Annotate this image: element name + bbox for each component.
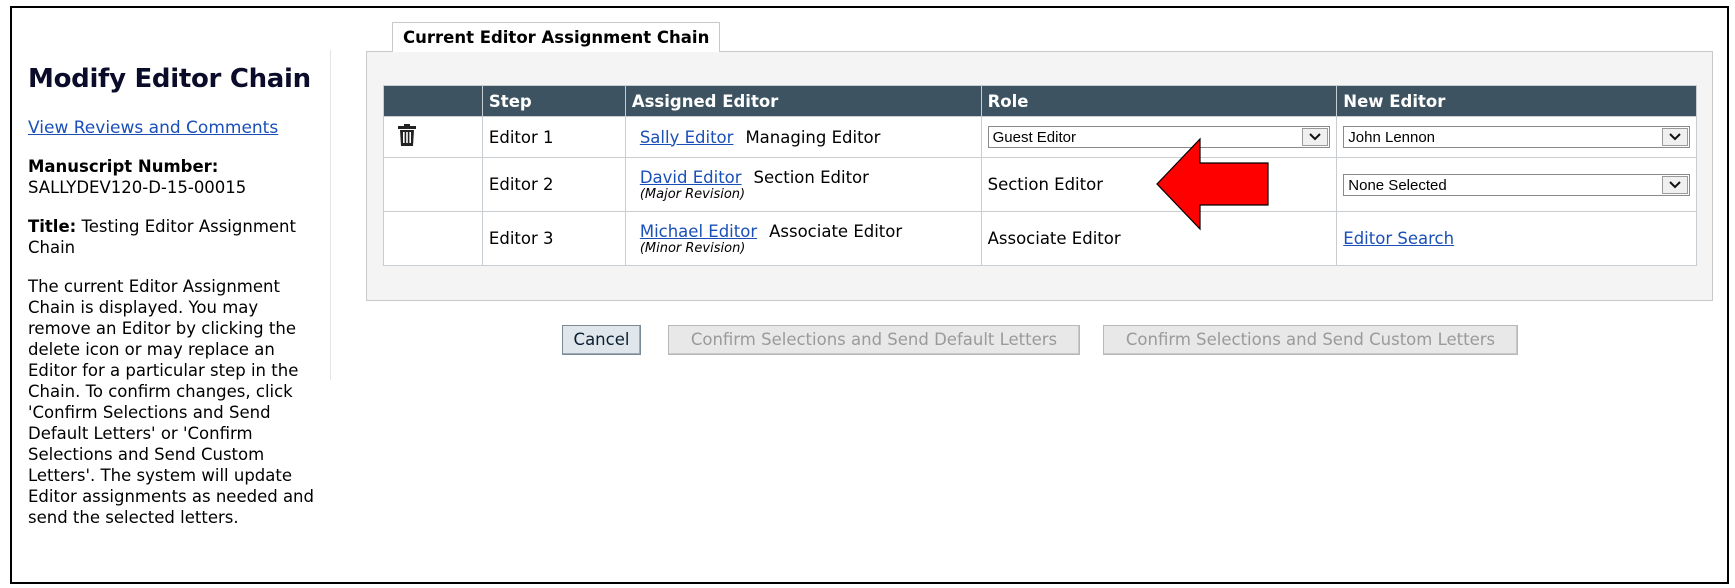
vertical-divider	[330, 50, 331, 380]
chevron-down-icon[interactable]	[1662, 175, 1688, 194]
chevron-down-icon[interactable]	[1662, 128, 1688, 146]
step-cell: Editor 3	[481, 211, 626, 266]
new-editor-select-value: None Selected	[1348, 176, 1447, 194]
revision-note: (Minor Revision)	[639, 240, 746, 256]
new-editor-cell: None Selected	[1336, 157, 1697, 212]
assigned-editor-cell: Sally Editor Managing Editor	[624, 116, 982, 158]
editor-name-link[interactable]: Michael Editor	[640, 222, 757, 241]
editor-role-text: Managing Editor	[745, 127, 881, 147]
trash-icon[interactable]	[398, 124, 416, 150]
left-panel: Modify Editor Chain View Reviews and Com…	[28, 64, 318, 528]
header-step: Step	[481, 85, 626, 117]
tab-current-editor-assignment-chain[interactable]: Current Editor Assignment Chain	[392, 22, 721, 52]
header-new-editor: New Editor	[1336, 85, 1697, 117]
header-actions	[383, 85, 483, 117]
confirm-default-letters-button[interactable]: Confirm Selections and Send Default Lett…	[668, 325, 1080, 355]
new-editor-select[interactable]: John Lennon	[1343, 126, 1690, 148]
actions-cell	[383, 211, 483, 266]
editor-chain-table: Step Assigned Editor Role New Editor Edi…	[383, 85, 1697, 266]
editor-name-link[interactable]: David Editor	[640, 168, 742, 187]
revision-note: (Major Revision)	[639, 186, 746, 202]
header-assigned-editor: Assigned Editor	[624, 85, 982, 117]
title-label: Title:	[28, 217, 77, 236]
instructions-text: The current Editor Assignment Chain is d…	[28, 277, 314, 527]
assigned-editor-cell: David Editor Section Editor (Major Revisi…	[624, 157, 982, 212]
chevron-down-icon[interactable]	[1302, 128, 1329, 146]
table-row: Editor 3 Michael Editor Associate Editor …	[383, 211, 1697, 266]
red-arrow-icon	[1156, 137, 1269, 231]
actions-cell	[383, 116, 483, 158]
table-row: Editor 2 David Editor Section Editor (Maj…	[383, 157, 1697, 212]
new-editor-cell: John Lennon	[1336, 116, 1697, 158]
step-cell: Editor 2	[481, 157, 626, 212]
editor-name-link[interactable]: Sally Editor	[640, 128, 734, 147]
editor-chain-panel: Step Assigned Editor Role New Editor Edi…	[366, 51, 1713, 301]
manuscript-number-block: Manuscript Number: SALLYDEV120-D-15-0001…	[28, 156, 318, 198]
new-editor-cell: Editor Search	[1336, 211, 1697, 266]
editor-role-text: Associate Editor	[769, 221, 903, 241]
role-select-value: Guest Editor	[992, 129, 1076, 146]
table-row: Editor 1 Sally Editor Managing Editor Gue…	[383, 116, 1697, 158]
table-header-row: Step Assigned Editor Role New Editor	[383, 85, 1697, 117]
header-role: Role	[980, 85, 1338, 117]
page-title: Modify Editor Chain	[28, 64, 311, 94]
assigned-editor-cell: Michael Editor Associate Editor (Minor Re…	[624, 211, 982, 266]
actions-cell	[383, 157, 483, 212]
editor-search-link[interactable]: Editor Search	[1343, 229, 1454, 248]
confirm-custom-letters-button[interactable]: Confirm Selections and Send Custom Lette…	[1103, 325, 1518, 355]
manuscript-number-label: Manuscript Number:	[28, 157, 219, 176]
step-cell: Editor 1	[481, 116, 626, 158]
title-block: Title: Testing Editor Assignment Chain	[28, 216, 318, 258]
new-editor-select[interactable]: None Selected	[1343, 173, 1690, 196]
editor-role-text: Section Editor	[753, 167, 869, 187]
new-editor-select-value: John Lennon	[1348, 129, 1436, 146]
cancel-button[interactable]: Cancel	[562, 325, 641, 355]
manuscript-number-value: SALLYDEV120-D-15-00015	[28, 178, 247, 197]
view-reviews-link[interactable]: View Reviews and Comments	[28, 118, 278, 138]
